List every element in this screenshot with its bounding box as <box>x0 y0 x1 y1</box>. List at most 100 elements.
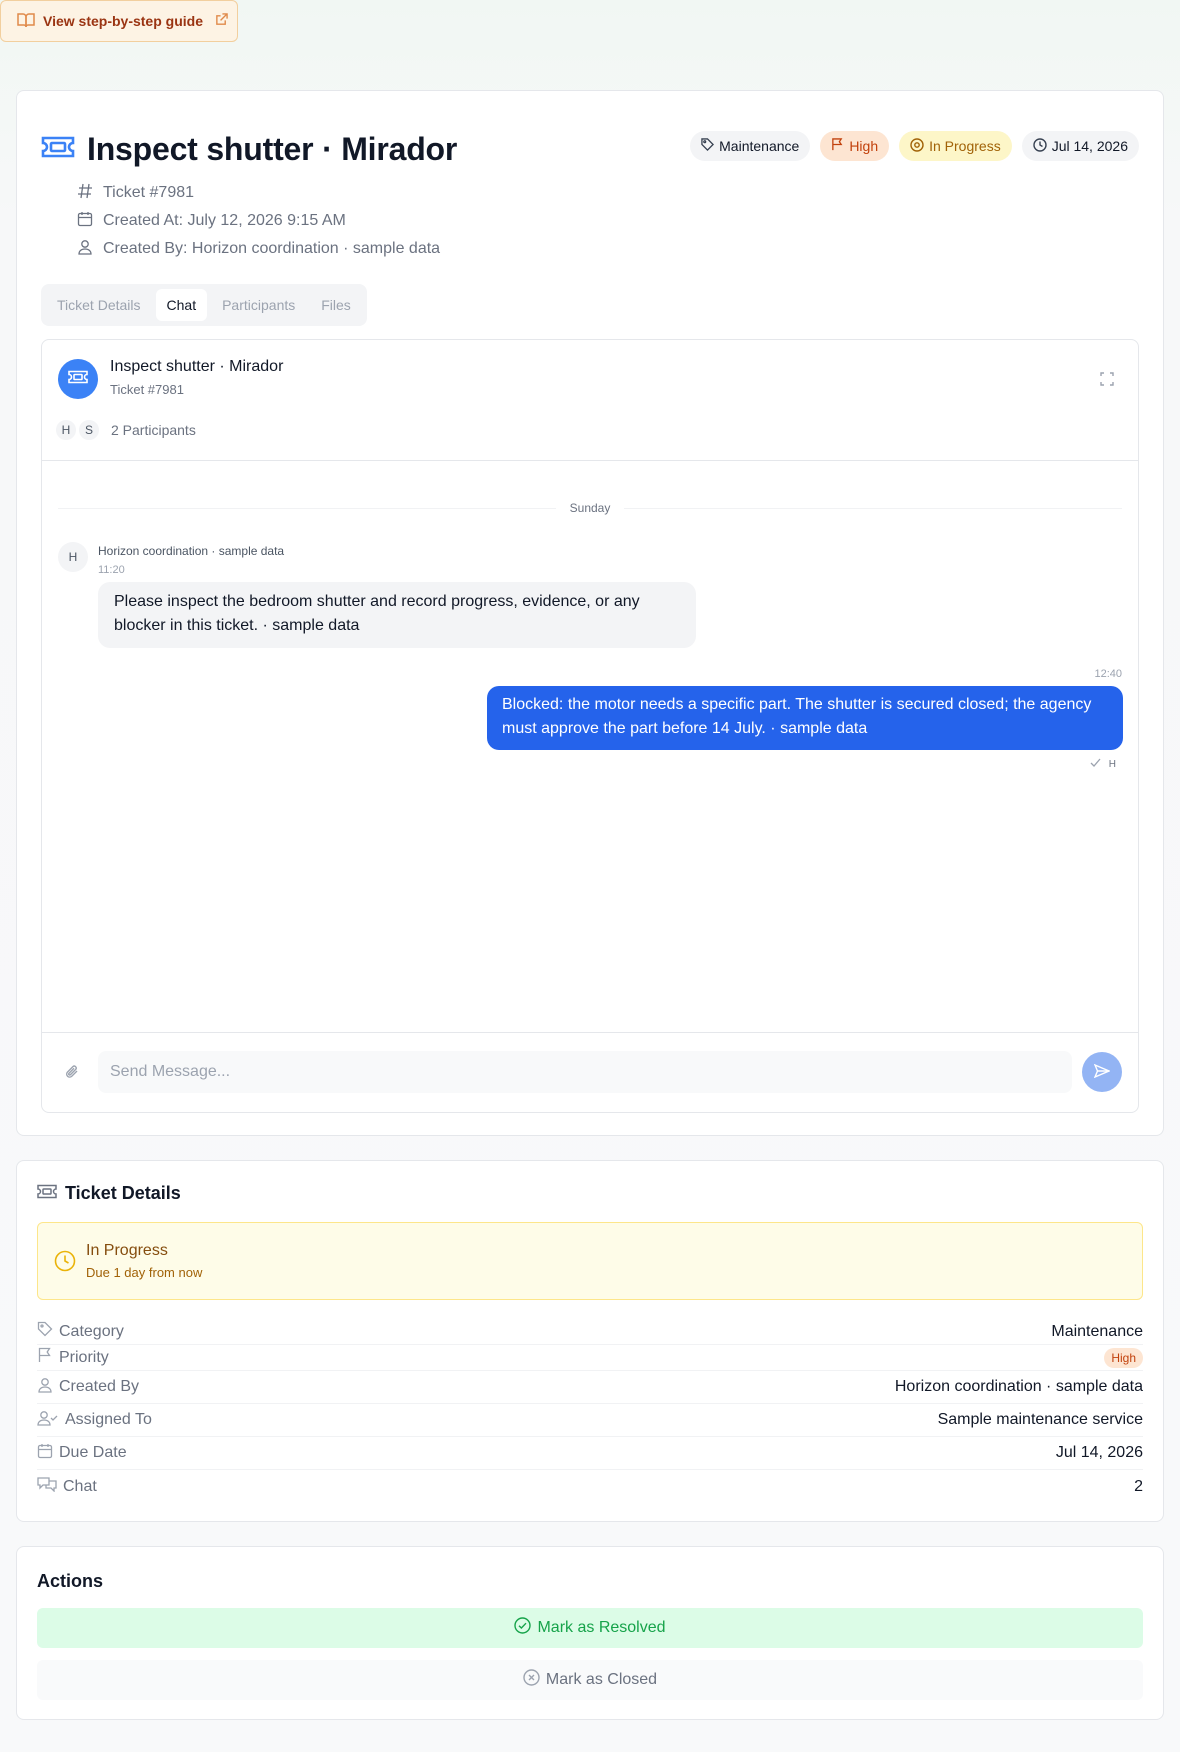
participant-avatar: S <box>77 418 101 442</box>
detail-label: Priority <box>59 1348 109 1366</box>
tag-icon <box>37 1321 53 1342</box>
detail-row-assigned-to: Assigned To Sample maintenance service <box>37 1404 1143 1437</box>
hash-icon <box>77 183 93 204</box>
message-time: 12:40 <box>1094 668 1122 680</box>
detail-value: Sample maintenance service <box>937 1411 1143 1428</box>
created-at: Created At: July 12, 2026 9:15 AM <box>103 212 346 229</box>
created-by-row: Created By: Horizon coordination · sampl… <box>77 235 440 263</box>
message-time: 11:20 <box>98 564 125 576</box>
participant-avatar: H <box>54 418 78 442</box>
chat-panel: Inspect shutter · Mirador Ticket #7981 H… <box>41 339 1139 1113</box>
detail-value: Maintenance <box>1051 1322 1143 1340</box>
paperclip-icon[interactable] <box>64 1063 80 1086</box>
x-circle-icon <box>523 1669 540 1691</box>
chat-title: Inspect shutter · Mirador <box>110 358 284 375</box>
chat-icon <box>37 1476 57 1497</box>
detail-label: Chat <box>63 1477 97 1495</box>
read-receipt: H <box>1090 758 1116 770</box>
ticket-card: Inspect shutter · Mirador Maintenance Hi… <box>16 90 1164 1136</box>
page-title: Inspect shutter · Mirador <box>87 131 458 167</box>
detail-row-priority: Priority High <box>37 1345 1143 1371</box>
message-input[interactable] <box>98 1051 1072 1093</box>
chat-ticket-avatar <box>58 359 98 399</box>
status-badge-label: In Progress <box>929 138 1001 154</box>
due-date-badge-label: Jul 14, 2026 <box>1051 138 1128 154</box>
detail-label: Due Date <box>59 1444 127 1461</box>
detail-rows: Category Maintenance Priority High Creat… <box>37 1319 1143 1503</box>
detail-label: Category <box>59 1322 124 1340</box>
category-badge-label: Maintenance <box>719 138 800 154</box>
detail-row-category: Category Maintenance <box>37 1319 1143 1345</box>
tag-icon <box>701 138 715 154</box>
clock-icon <box>54 1250 76 1277</box>
priority-badge-label: High <box>849 138 879 154</box>
read-by-initial: H <box>1108 758 1116 770</box>
priority-pill: High <box>1104 1347 1143 1368</box>
check-circle-icon <box>514 1617 532 1639</box>
step-by-step-guide-button[interactable]: View step-by-step guide <box>0 0 238 42</box>
send-button[interactable] <box>1082 1052 1122 1092</box>
ticket-meta: Ticket #7981 Created At: July 12, 2026 9… <box>77 179 440 263</box>
clock-icon <box>1033 137 1047 155</box>
flag-icon <box>831 138 844 154</box>
ticket-details-card: Ticket Details In Progress Due 1 day fro… <box>16 1160 1164 1522</box>
ticket-icon <box>41 135 75 164</box>
category-badge: Maintenance <box>690 131 811 161</box>
ticket-icon <box>68 370 88 389</box>
ticket-title-row: Inspect shutter · Mirador <box>41 131 457 168</box>
mark-resolved-button[interactable]: Mark as Resolved <box>37 1608 1143 1648</box>
user-check-icon <box>37 1410 59 1431</box>
status-banner: In Progress Due 1 day from now <box>37 1222 1143 1300</box>
message-list[interactable]: Sunday H Horizon coordination · sample d… <box>42 462 1138 1034</box>
detail-row-chat: Chat 2 <box>37 1470 1143 1503</box>
flag-icon <box>37 1347 53 1368</box>
detail-value: Jul 14, 2026 <box>1055 1444 1143 1461</box>
created-at-row: Created At: July 12, 2026 9:15 AM <box>77 207 440 235</box>
sender-avatar: H <box>58 542 88 572</box>
day-divider-label: Sunday <box>569 501 611 515</box>
chat-subtitle: Ticket #7981 <box>110 382 184 397</box>
outgoing-message: Blocked: the motor needs a specific part… <box>487 686 1123 750</box>
detail-label: Created By <box>59 1378 140 1395</box>
detail-value: 2 <box>1134 1477 1143 1495</box>
actions-heading: Actions <box>37 1571 104 1591</box>
due-date-badge: Jul 14, 2026 <box>1021 131 1139 161</box>
mark-closed-label: Mark as Closed <box>545 1671 658 1688</box>
detail-row-due-date: Due Date Jul 14, 2026 <box>37 1437 1143 1470</box>
mark-closed-button[interactable]: Mark as Closed <box>37 1660 1143 1700</box>
status-banner-text: In Progress <box>86 1242 168 1259</box>
detail-row-created-by: Created By Horizon coordination · sample… <box>37 1371 1143 1404</box>
ticket-number: Ticket #7981 <box>103 184 195 201</box>
chat-header: Inspect shutter · Mirador Ticket #7981 H… <box>42 340 1138 461</box>
user-icon <box>77 239 93 260</box>
ticket-number-row: Ticket #7981 <box>77 179 440 207</box>
ticket-badges: Maintenance High In Progress Jul 14, 202… <box>690 131 1139 161</box>
status-badge: In Progress <box>899 131 1012 161</box>
ticket-details-heading: Ticket Details <box>65 1183 181 1203</box>
ticket-tabs: Ticket Details Chat Participants Files <box>41 284 367 326</box>
send-icon <box>1093 1063 1111 1081</box>
expand-icon[interactable] <box>1100 372 1114 391</box>
actions-card: Actions Mark as Resolved Mark as Closed <box>16 1546 1164 1720</box>
tab-files[interactable]: Files <box>310 289 362 321</box>
tab-participants[interactable]: Participants <box>211 289 306 321</box>
sender-name: Horizon coordination · sample data <box>98 544 285 558</box>
target-icon <box>910 137 924 155</box>
day-divider: Sunday <box>58 500 1122 516</box>
user-icon <box>37 1377 53 1398</box>
priority-badge: High <box>820 131 890 161</box>
incoming-message: Please inspect the bedroom shutter and r… <box>98 582 696 648</box>
created-by: Created By: Horizon coordination · sampl… <box>103 240 441 257</box>
ticket-details-title: Ticket Details <box>37 1183 181 1204</box>
guide-label: View step-by-step guide <box>43 13 203 29</box>
calendar-icon <box>77 211 93 232</box>
book-icon <box>17 12 35 31</box>
calendar-icon <box>37 1443 53 1464</box>
participants-summary[interactable]: H S 2 Participants <box>54 418 196 442</box>
tab-chat[interactable]: Chat <box>155 289 208 321</box>
tab-ticket-details[interactable]: Ticket Details <box>46 289 152 321</box>
external-link-icon <box>215 13 228 29</box>
status-banner-due: Due 1 day from now <box>86 1265 203 1280</box>
check-icon <box>1090 758 1101 770</box>
message-composer <box>42 1032 1138 1112</box>
